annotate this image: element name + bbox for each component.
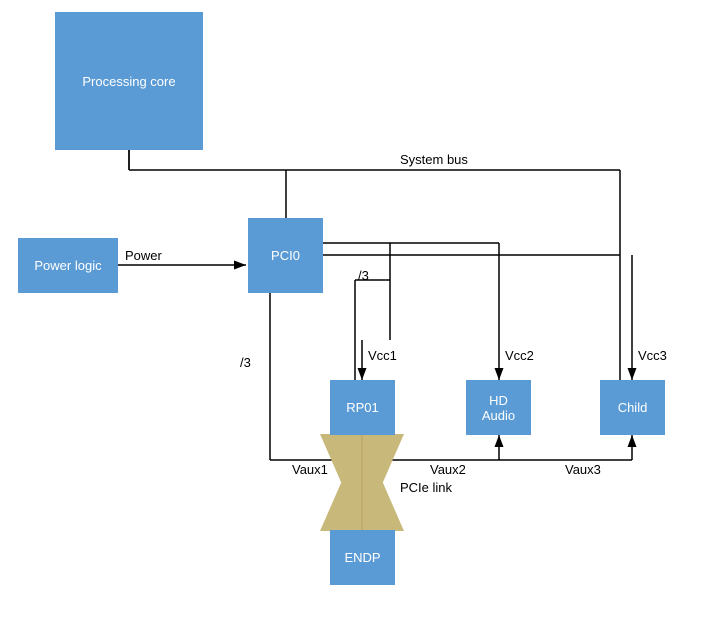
power-label: Power <box>125 248 162 263</box>
power-logic-block: Power logic <box>18 238 118 293</box>
child-label: Child <box>618 400 648 415</box>
slash3-top-label: /3 <box>358 268 369 283</box>
rp01-label: RP01 <box>346 400 379 415</box>
vcc2-label: Vcc2 <box>505 348 534 363</box>
hd-audio-label: HD Audio <box>482 393 515 423</box>
slash3-left-label: /3 <box>240 355 251 370</box>
vaux1-label: Vaux1 <box>292 462 328 477</box>
vcc1-label: Vcc1 <box>368 348 397 363</box>
power-logic-label: Power logic <box>34 258 101 273</box>
endp-label: ENDP <box>344 550 380 565</box>
endp-block: ENDP <box>330 530 395 585</box>
hd-audio-block: HD Audio <box>466 380 531 435</box>
child-block: Child <box>600 380 665 435</box>
pci0-block: PCI0 <box>248 218 323 293</box>
processing-core-block: Processing core <box>55 12 203 150</box>
vaux2-label: Vaux2 <box>430 462 466 477</box>
diagram: Processing core Power logic PCI0 RP01 HD… <box>0 0 708 622</box>
rp01-block: RP01 <box>330 380 395 435</box>
system-bus-label: System bus <box>400 152 468 167</box>
pci0-label: PCI0 <box>271 248 300 263</box>
processing-core-label: Processing core <box>82 74 175 89</box>
pcie-link-label: PCIe link <box>400 480 452 495</box>
vcc3-label: Vcc3 <box>638 348 667 363</box>
vaux3-label: Vaux3 <box>565 462 601 477</box>
